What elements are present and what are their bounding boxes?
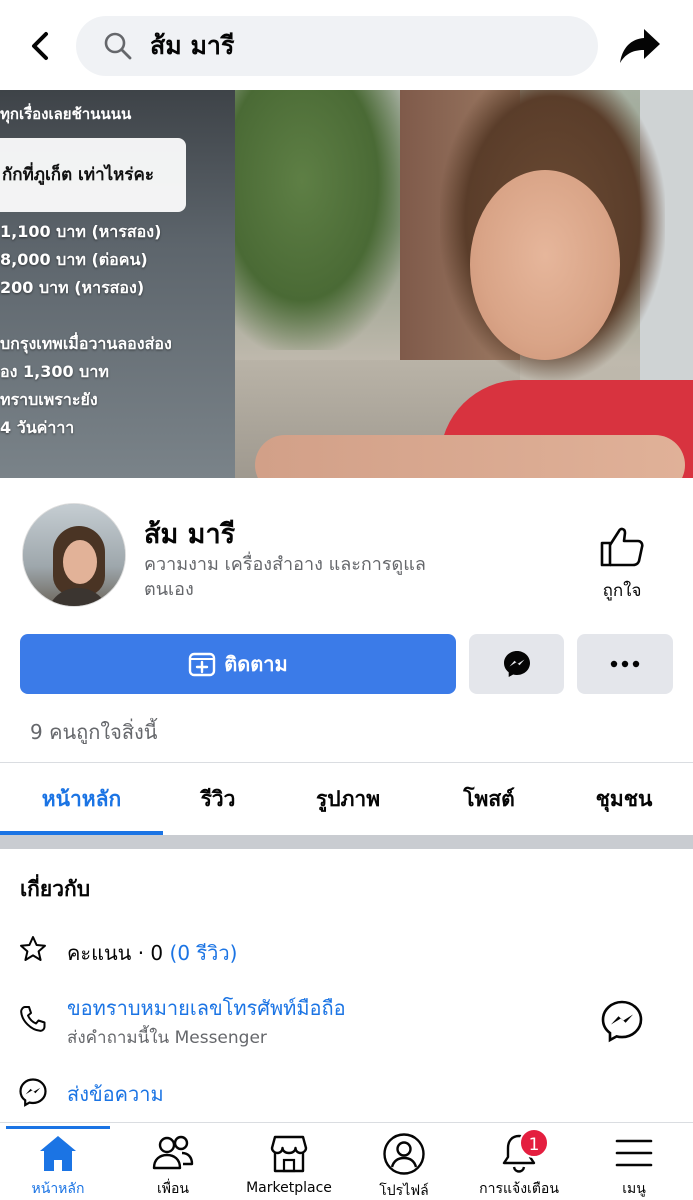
cover-sign-line: 4 วันค่าาา [0,418,75,437]
tab-reviews[interactable]: รีวิว [163,763,273,835]
about-title: เกี่ยวกับ [20,877,91,901]
nav-profile[interactable]: โปรไฟล์ [356,1132,452,1200]
cover-sign-lines: 1,100 บาท (หารสอง) 8,000 บาท (ต่อคน) 200… [0,218,235,442]
nav-home-label: หน้าหลัก [31,1181,85,1197]
follow-button[interactable]: ติดตาม [20,634,456,694]
tab-home[interactable]: หน้าหลัก [0,763,163,835]
ask-phone-subtitle: ส่งคำถามนี้ใน Messenger [67,1028,267,1048]
nav-menu[interactable]: เมนู [588,1132,680,1200]
message-button[interactable] [469,634,564,694]
messenger-outline-icon [601,1000,643,1043]
cover-sign-card-text: กักที่ภูเก็ต เท่าไหร่คะ [2,165,155,185]
ask-phone-messenger-button[interactable] [598,997,646,1045]
cover-sign-line: 200 บาท (หารสอง) [0,278,145,297]
page-tabs: หน้าหลัก รีวิว รูปภาพ โพสต์ ชุมชน [0,763,693,835]
cover-sign-line [0,302,235,330]
like-label: ถูกใจ [602,581,642,601]
nav-friends-label: เพื่อน [157,1181,189,1197]
rating-row: คะแนน · 0 (0 รีวิว) [67,937,237,969]
cover-sign-line: อง 1,300 บาท [0,362,109,381]
search-bar[interactable]: ส้ม มารี [76,16,598,76]
share-icon [620,29,660,63]
search-icon [102,30,134,62]
cover-sign-line: 1,100 บาท (หารสอง) [0,222,162,241]
star-icon [18,934,48,964]
nav-home[interactable]: หน้าหลัก [10,1132,106,1200]
cover-person-face [470,170,620,360]
nav-friends[interactable]: เพื่อน [125,1132,221,1200]
thumbs-up-icon [600,527,644,567]
search-query: ส้ม มารี [150,31,235,60]
rating-label: คะแนน · 0 [67,941,164,965]
avatar-face [63,540,97,584]
cover-sign-line: ทราบเพราะยัง [0,390,98,409]
friends-icon [151,1132,195,1174]
follow-plus-icon [189,652,216,677]
back-button[interactable] [18,22,62,70]
cover-sign-line: 8,000 บาท (ต่อคน) [0,250,148,269]
cover-sign-line: บกรุงเทพเมื่อวานลองส่อง [0,334,172,353]
cover-sign-top-text: ทุกเรื่องเลยช้านนนน [0,105,132,123]
more-dots-icon [610,660,640,668]
nav-profile-label: โปรไฟล์ [379,1183,429,1199]
bell-icon: 1 [497,1128,549,1174]
rating-reviews-link[interactable]: (0 รีวิว) [170,941,238,965]
nav-menu-label: เมนู [622,1181,646,1197]
cover-tree [230,90,410,350]
likes-count: 9 คนถูกใจสิ่งนี้ [30,720,158,744]
nav-marketplace[interactable]: Marketplace [236,1132,342,1200]
tab-community[interactable]: ชุมชน [555,763,693,835]
tab-photos[interactable]: รูปภาพ [273,763,423,835]
nav-marketplace-label: Marketplace [246,1180,332,1196]
tab-posts[interactable]: โพสต์ [423,763,555,835]
home-icon [36,1132,80,1174]
messenger-icon [503,651,530,677]
avatar[interactable] [22,503,126,607]
send-message-link[interactable]: ส่งข้อความ [67,1078,164,1110]
more-options-button[interactable] [577,634,673,694]
nav-notifications-label: การแจ้งเตือน [479,1181,559,1197]
back-arrow-icon [32,32,48,60]
marketplace-icon [267,1132,311,1176]
section-separator [0,835,693,849]
page-category: ความงาม เครื่องสำอาง และการดูแลตนเอง [144,554,426,600]
ask-phone-link[interactable]: ขอทราบหมายเลขโทรศัพท์มือถือ [67,992,346,1024]
share-button[interactable] [614,22,666,70]
menu-icon [612,1132,656,1174]
cover-person-arm [255,435,685,478]
nav-active-indicator [6,1126,110,1129]
top-bar: ส้ม มารี [0,0,693,90]
cover-photo[interactable]: ทุกเรื่องเลยช้านนนน กักที่ภูเก็ต เท่าไหร… [0,90,693,478]
phone-icon [18,1004,48,1034]
notification-badge: 1 [519,1128,549,1158]
page-title: ส้ม มารี [144,519,236,550]
like-page-button[interactable]: ถูกใจ [592,525,652,605]
messenger-small-icon [18,1077,48,1107]
follow-label: ติดตาม [224,652,288,676]
profile-icon [382,1132,426,1176]
nav-notifications[interactable]: 1 การแจ้งเตือน [470,1128,568,1200]
